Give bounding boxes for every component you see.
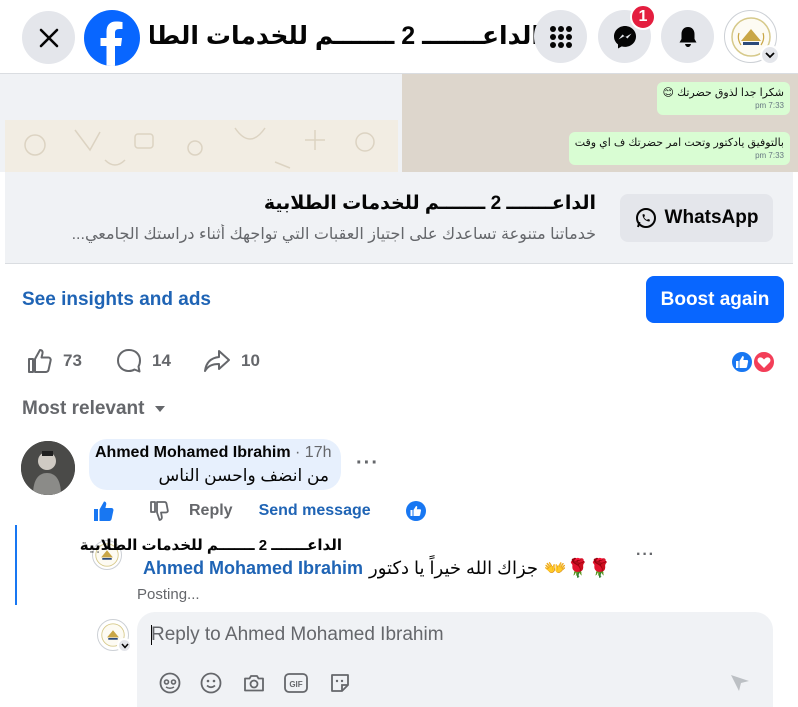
menu-button[interactable]: [534, 10, 587, 63]
comment-actions: Reply Send message: [93, 498, 427, 524]
comment-text: من انضف واحسن الناس: [158, 466, 329, 485]
bell-icon: [679, 26, 696, 47]
chevron-down-icon: [120, 643, 129, 649]
whatsapp-label: WhatsApp: [664, 207, 759, 228]
sort-dropdown[interactable]: Most relevant: [22, 398, 166, 420]
close-button[interactable]: [22, 11, 75, 64]
sort-label: Most relevant: [22, 398, 145, 419]
see-insights-link[interactable]: See insights and ads: [22, 289, 211, 311]
link-card-title: الداعـــــــ 2 ـــــــم للخدمات الطلابية: [263, 193, 596, 214]
camera-icon: [244, 675, 264, 692]
grid-menu-icon: [549, 25, 572, 48]
send-message-button[interactable]: Send message: [259, 502, 371, 520]
avatar-sticker-button[interactable]: [157, 670, 183, 696]
messenger-icon: [613, 25, 636, 48]
chat-bubble: بالتوفيق يادكتور وتحت امر حضرتك ف اي وقت…: [568, 132, 790, 165]
send-icon: [731, 675, 749, 691]
dislike-icon[interactable]: [147, 500, 169, 522]
identity-switch-button[interactable]: [117, 638, 132, 653]
top-header: الداعـــــــ 2 ـــــــم للخدمات الطلابية…: [0, 0, 798, 74]
sticker-icon: [331, 674, 349, 692]
doodle-pattern-icon: [24, 127, 375, 169]
like-icon: [28, 349, 52, 373]
chat-bubble-time: 7:33 pm: [755, 101, 784, 110]
media-image-chat[interactable]: شكرا جدا لذوق حضرتك 😊 7:33 pm بالتوفيق ي…: [402, 74, 798, 172]
reaction-summary[interactable]: [730, 349, 778, 375]
share-action[interactable]: 10: [203, 346, 260, 376]
like-action[interactable]: 73: [27, 346, 82, 376]
account-menu-button[interactable]: [760, 45, 780, 65]
reply-message: جزاك الله خيراً يا دكتور: [369, 558, 539, 578]
thread-line: [15, 525, 17, 605]
reply-options-button[interactable]: ···: [636, 546, 655, 564]
posting-status: Posting...: [137, 586, 200, 603]
reply-author[interactable]: الداعـــــــ 2 ـــــــم للخدمات الطلابية: [80, 536, 342, 554]
whatsapp-button[interactable]: WhatsApp: [620, 194, 773, 242]
comment-time[interactable]: · 17h: [295, 444, 331, 461]
love-icon: [752, 350, 776, 374]
sticker-button[interactable]: [327, 670, 353, 696]
boost-again-button[interactable]: Boost again: [646, 276, 784, 323]
reply-emojis: 👐🌹🌹: [544, 558, 612, 578]
caret-down-icon: [155, 406, 166, 412]
chevron-down-icon: [765, 52, 775, 59]
gif-icon: GIF: [284, 673, 308, 693]
chat-bubble-time: 7:33 pm: [755, 151, 784, 160]
chat-bubble-text: بالتوفيق يادكتور وتحت امر حضرتك ف اي وقت: [574, 137, 784, 149]
comment-author[interactable]: Ahmed Mohamed Ibrahim: [95, 444, 291, 461]
emoji-icon: [200, 672, 222, 694]
notification-badge: 1: [630, 4, 656, 30]
comment-options-button[interactable]: ···: [356, 452, 379, 475]
commenter-avatar[interactable]: [21, 441, 75, 495]
media-image-left[interactable]: [5, 120, 398, 172]
comment-header: Ahmed Mohamed Ibrahim · 17h: [95, 444, 335, 462]
share-count: 10: [241, 351, 260, 370]
comment-bubble: Ahmed Mohamed Ibrahim · 17h من انضف واحس…: [89, 439, 341, 490]
page: الداعـــــــ 2 ـــــــم للخدمات الطلابية…: [0, 0, 798, 707]
like-count: 73: [63, 351, 82, 370]
page-title: الداعـــــــ 2 ـــــــم للخدمات الطلابية: [150, 22, 540, 50]
emoji-button[interactable]: [198, 670, 224, 696]
liked-thumb-icon[interactable]: [93, 500, 115, 522]
comment-icon: [117, 349, 141, 373]
like-reaction-icon[interactable]: [405, 500, 427, 522]
close-icon: [39, 28, 58, 47]
facebook-logo-icon[interactable]: [84, 10, 140, 66]
gif-button[interactable]: GIF: [283, 670, 309, 696]
chat-bubble-text: شكرا جدا لذوق حضرتك 😊: [662, 87, 784, 99]
comment-count: 14: [152, 351, 171, 370]
reply-text: Ahmed Mohamed Ibrahim جزاك الله خيراً يا…: [143, 558, 611, 579]
photo-button[interactable]: [241, 670, 267, 696]
reply-composer: GIF: [137, 612, 773, 707]
share-icon: [204, 350, 230, 372]
link-card[interactable]: الداعـــــــ 2 ـــــــم للخدمات الطلابية…: [5, 172, 793, 264]
reply-button[interactable]: Reply: [189, 502, 233, 520]
comment-action[interactable]: 14: [116, 346, 171, 376]
whatsapp-icon: [635, 208, 656, 228]
sticker-icon: [159, 672, 181, 694]
chat-bubble: شكرا جدا لذوق حضرتك 😊 7:33 pm: [656, 82, 790, 115]
post-media[interactable]: شكرا جدا لذوق حضرتك 😊 7:33 pm بالتوفيق ي…: [0, 74, 798, 172]
send-button[interactable]: [727, 670, 753, 696]
svg-text:GIF: GIF: [289, 680, 302, 689]
like-reaction-icon: [730, 350, 754, 374]
reply-mention[interactable]: Ahmed Mohamed Ibrahim: [143, 558, 363, 579]
link-card-description: خدماتنا متنوعة تساعدك على اجتياز العقبات…: [71, 226, 596, 243]
person-photo-icon: [21, 441, 75, 495]
reply-input[interactable]: [151, 622, 751, 648]
notifications-button[interactable]: [661, 10, 714, 63]
